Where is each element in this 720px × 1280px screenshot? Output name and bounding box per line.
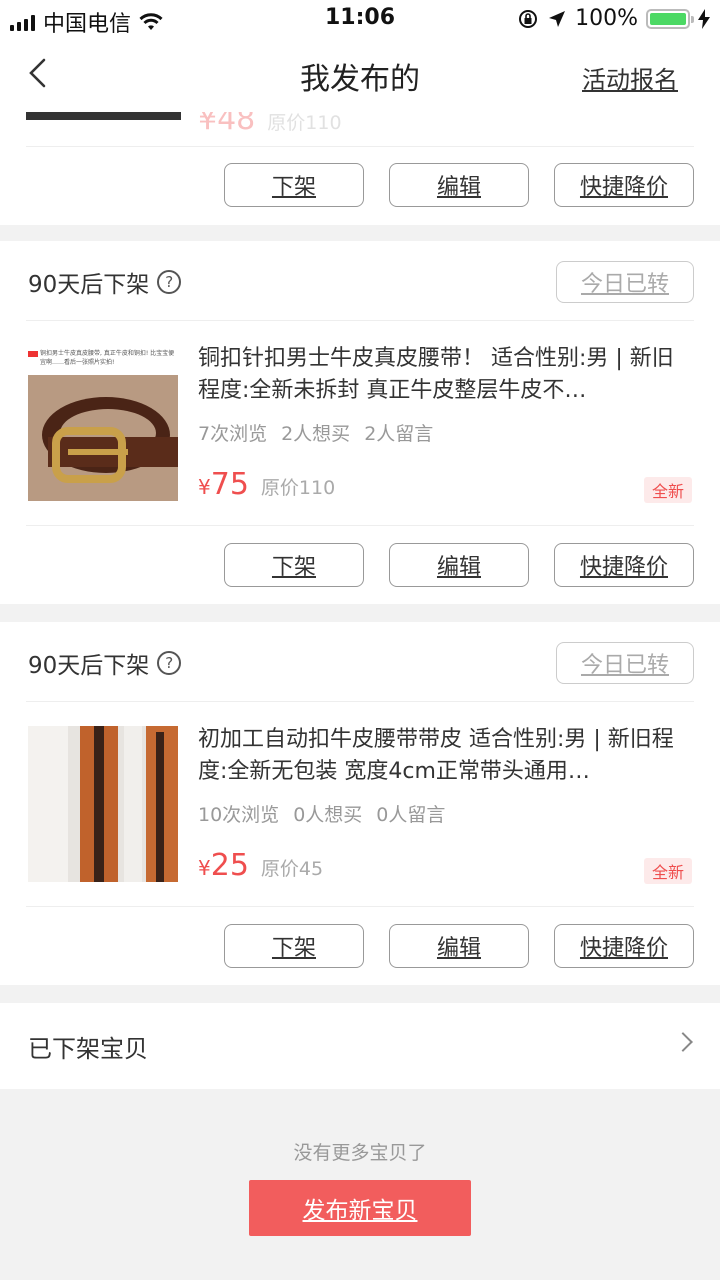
wants-count: 2人想买 xyxy=(281,423,351,445)
nav-bar: 我发布的 活动报名 xyxy=(0,36,720,112)
product-thumbnail[interactable] xyxy=(28,726,178,882)
currency-symbol: ¥ xyxy=(198,475,211,499)
condition-badge: 全新 xyxy=(644,858,692,884)
belt-strips-image xyxy=(28,726,178,882)
delisted-items-row[interactable]: 已下架宝贝 xyxy=(0,1003,720,1089)
published-list[interactable]: ¥48 原价110 下架 编辑 快捷降价 90天后下架 ? 今日已转 铜扣男士牛… xyxy=(0,112,720,1280)
rotation-lock-icon xyxy=(519,9,538,28)
stats-row: 10次浏览 0人想买 0人留言 xyxy=(198,800,445,827)
divider xyxy=(26,906,694,907)
listing-card: ¥48 原价110 下架 编辑 快捷降价 xyxy=(0,112,720,225)
thumbnail-caption: 铜扣男士牛皮真皮腰带, 真正牛皮和铜扣! 比宝宝便宜啊……看后一张照片实拍! xyxy=(40,350,175,366)
charging-icon xyxy=(698,8,710,29)
listing-card: 90天后下架 ? 今日已转 铜扣男士牛皮真皮腰带, 真正牛皮和铜扣! 比宝宝便宜… xyxy=(0,241,720,604)
quick-discount-button[interactable]: 快捷降价 xyxy=(554,163,694,207)
event-signup-link[interactable]: 活动报名 xyxy=(582,60,678,95)
price: ¥48 xyxy=(198,112,256,137)
belt-image xyxy=(28,375,178,501)
product-thumbnail[interactable]: 铜扣男士牛皮真皮腰带, 真正牛皮和铜扣! 比宝宝便宜啊……看后一张照片实拍! xyxy=(28,345,178,501)
stats-row: 7次浏览 2人想买 2人留言 xyxy=(198,419,433,446)
price: 75 xyxy=(210,467,249,502)
chevron-right-icon xyxy=(673,1032,693,1052)
divider xyxy=(26,320,694,321)
views-count: 7次浏览 xyxy=(198,423,268,445)
product-title[interactable]: 铜扣针扣男士牛皮真皮腰带！ 适合性别:男 | 新旧程度:全新未拆封 真正牛皮整层… xyxy=(198,343,686,407)
comments-count: 0人留言 xyxy=(376,804,446,826)
shared-today-button[interactable]: 今日已转 xyxy=(556,642,694,684)
quick-discount-button[interactable]: 快捷降价 xyxy=(554,543,694,587)
price-row: ¥25 原价45 xyxy=(198,848,323,883)
price-row: ¥48 原价110 xyxy=(198,112,342,137)
location-icon xyxy=(549,10,566,27)
delist-button[interactable]: 下架 xyxy=(224,163,364,207)
delist-button[interactable]: 下架 xyxy=(224,924,364,968)
status-bar: 中国电信 11:06 100% xyxy=(0,0,720,37)
help-icon[interactable]: ? xyxy=(157,651,182,675)
condition-badge: 全新 xyxy=(644,477,692,503)
divider xyxy=(26,525,694,526)
expiry-label: 90天后下架 xyxy=(28,272,150,298)
delist-button[interactable]: 下架 xyxy=(224,543,364,587)
wants-count: 0人想买 xyxy=(293,804,363,826)
expiry-label: 90天后下架 xyxy=(28,653,150,679)
help-icon[interactable]: ? xyxy=(157,270,182,294)
views-count: 10次浏览 xyxy=(198,804,280,826)
expiry-info: 90天后下架 ? xyxy=(28,646,182,680)
original-price: 原价45 xyxy=(260,858,324,880)
product-title[interactable]: 初加工自动扣牛皮腰带带皮 适合性别:男 | 新旧程度:全新无包装 宽度4cm正常… xyxy=(198,724,686,788)
price-row: ¥75 原价110 xyxy=(198,467,335,502)
shared-today-button[interactable]: 今日已转 xyxy=(556,261,694,303)
comments-count: 2人留言 xyxy=(364,423,434,445)
original-price: 原价110 xyxy=(267,112,342,134)
edit-button[interactable]: 编辑 xyxy=(389,163,529,207)
original-price: 原价110 xyxy=(260,477,336,499)
edit-button[interactable]: 编辑 xyxy=(389,543,529,587)
no-more-text: 没有更多宝贝了 xyxy=(293,1142,427,1164)
quick-discount-button[interactable]: 快捷降价 xyxy=(554,924,694,968)
battery-percent: 100% xyxy=(575,6,638,31)
edit-button[interactable]: 编辑 xyxy=(389,924,529,968)
product-thumbnail[interactable] xyxy=(26,112,181,120)
listing-card: 90天后下架 ? 今日已转 初加工自动扣牛皮腰带带皮 适合性别:男 | 新旧程度… xyxy=(0,622,720,985)
expiry-info: 90天后下架 ? xyxy=(28,265,182,299)
divider xyxy=(26,146,694,147)
currency-symbol: ¥ xyxy=(198,856,211,880)
price: 25 xyxy=(210,848,249,883)
divider xyxy=(26,701,694,702)
delisted-label: 已下架宝贝 xyxy=(28,1035,148,1063)
publish-new-button[interactable]: 发布新宝贝 xyxy=(249,1180,471,1236)
battery-icon xyxy=(646,8,694,29)
